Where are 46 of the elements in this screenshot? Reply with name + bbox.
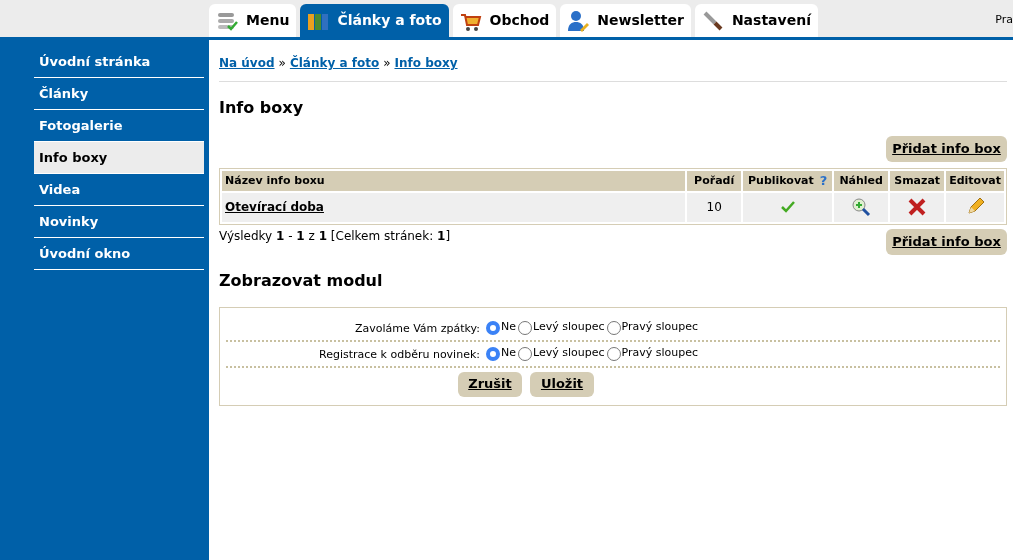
setting-label: Registrace k odběru novinek:: [318, 346, 481, 363]
column-header: Název info boxu: [222, 171, 686, 191]
page-title: Info boxy: [219, 97, 305, 119]
radio-option[interactable]: Pravý sloupec: [606, 345, 699, 362]
nav-tab[interactable]: Menu: [209, 4, 297, 37]
column-header: Náhled: [834, 171, 889, 191]
nav-tab[interactable]: Obchod: [452, 4, 557, 37]
breadcrumb-separator: »: [383, 55, 391, 72]
info-box-link[interactable]: Otevírací doba: [225, 199, 324, 214]
add-button[interactable]: Přidat info box: [886, 136, 1007, 162]
sidebar-item[interactable]: Videa: [34, 174, 204, 206]
radio-option[interactable]: Ne: [486, 319, 516, 336]
column-header: Publikovat ?: [743, 171, 833, 191]
add-button[interactable]: Přidat info box: [886, 228, 1007, 255]
breadcrumb-separator: »: [278, 55, 286, 72]
setting-label: Zavoláme Vám zpátky:: [353, 320, 481, 337]
breadcrumb-link[interactable]: Info boxy: [394, 54, 458, 72]
results-text: Výsledky 1 - 1 z 1 [Celkem stránek: 1]: [219, 227, 451, 245]
column-header: Editovat: [946, 171, 1004, 191]
user-text: Pra: [995, 12, 1013, 28]
wrench-icon: [701, 9, 724, 32]
breadcrumb-link[interactable]: Články a foto: [289, 54, 380, 72]
sidebar-item[interactable]: Články: [34, 78, 204, 110]
form-button[interactable]: Zrušit: [458, 371, 522, 397]
checkmark-icon[interactable]: [780, 200, 795, 213]
zoom-icon[interactable]: [851, 197, 872, 217]
breadcrumb-link[interactable]: Na úvod: [219, 54, 275, 72]
nav-tab[interactable]: Newsletter: [560, 4, 691, 37]
pencil-icon[interactable]: [965, 197, 986, 217]
section-title: Zobrazovat modul: [219, 269, 384, 292]
delete-icon[interactable]: [907, 197, 928, 217]
radio-option[interactable]: Levý sloupec: [518, 319, 605, 336]
radio-option[interactable]: Pravý sloupec: [606, 319, 699, 336]
column-header: Pořadí: [687, 171, 742, 191]
table-cell-text: 10: [705, 199, 723, 216]
sidebar-item[interactable]: Úvodní okno: [34, 238, 204, 270]
nav-tab[interactable]: Články a foto: [300, 4, 449, 37]
nav-tab[interactable]: Nastavení: [694, 4, 818, 37]
sidebar-item[interactable]: Info boxy: [34, 142, 204, 174]
sidebar-item[interactable]: Úvodní stránka: [34, 46, 204, 78]
sidebar-item[interactable]: Novinky: [34, 206, 204, 238]
person-icon: [567, 9, 590, 32]
radio-option[interactable]: Levý sloupec: [518, 345, 605, 362]
form-button[interactable]: Uložit: [530, 371, 594, 397]
radio-option[interactable]: Ne: [486, 345, 516, 362]
column-header: Smazat: [890, 171, 945, 191]
